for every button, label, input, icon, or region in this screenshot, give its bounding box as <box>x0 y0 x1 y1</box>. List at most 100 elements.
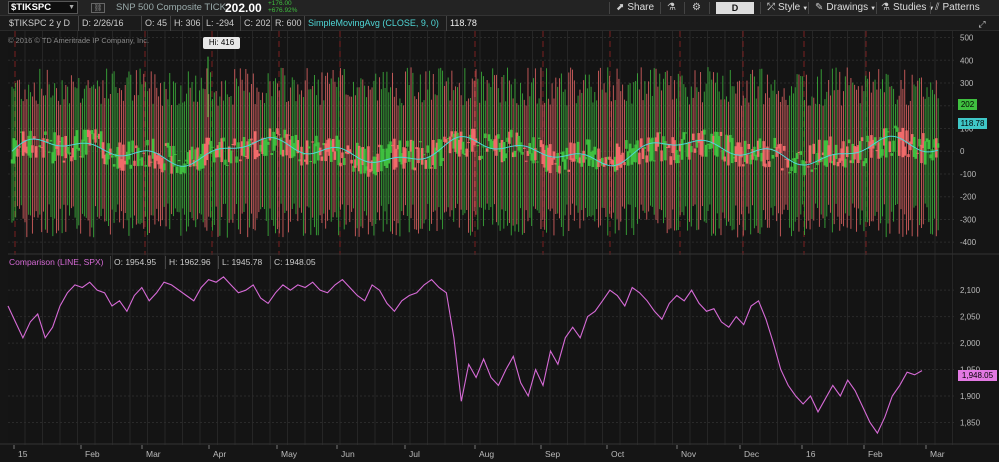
candle-body <box>524 160 528 162</box>
period-selector[interactable]: D <box>716 2 754 14</box>
candle-body <box>497 134 500 139</box>
y-tick-label: 400 <box>960 56 974 65</box>
candle-body <box>233 138 236 146</box>
candle-body <box>300 146 303 166</box>
candle-body <box>485 148 489 152</box>
candle-body <box>337 139 340 166</box>
candle-body <box>305 140 309 165</box>
candle-body <box>439 139 442 167</box>
candle-body <box>311 141 314 143</box>
candle-body <box>537 137 541 139</box>
candle-body <box>168 145 171 157</box>
style-button[interactable]: ⤱ Style ▼ <box>767 0 808 16</box>
comparison-label[interactable]: Comparison (LINE, SPX) <box>9 256 103 269</box>
flask-button[interactable]: ⚗ <box>667 0 679 16</box>
candle-body <box>660 150 663 162</box>
candle-body <box>112 164 116 167</box>
candle-body <box>890 153 893 156</box>
candle-body <box>229 150 233 164</box>
candle-body <box>896 127 899 132</box>
bar-range: R: 600 <box>271 16 302 31</box>
candle-body <box>190 146 194 160</box>
drawings-button[interactable]: ✎ Drawings ▼ <box>815 0 876 16</box>
candle-body <box>174 154 177 156</box>
candle-body <box>799 151 802 155</box>
candle-body <box>844 158 847 168</box>
candle-body <box>502 142 506 162</box>
chart-header: $TIKSPC 2 y D D: 2/26/16 O: 45 H: 306 L:… <box>0 16 999 31</box>
candle-body <box>864 158 867 164</box>
candle-body <box>47 151 51 153</box>
bar-high: H: 306 <box>170 16 201 31</box>
candle-body <box>133 160 136 166</box>
comparison-chart-pane[interactable]: 2,1002,0502,0001,9501,9001,850 <box>0 255 999 445</box>
candle-body <box>513 150 517 157</box>
x-tick-label: 16 <box>806 449 816 459</box>
candle-body <box>140 157 144 166</box>
candle-body <box>428 156 431 169</box>
settings-button[interactable]: ⚙ <box>692 0 704 16</box>
y-tick-label: 300 <box>960 79 974 88</box>
candle-body <box>677 154 680 164</box>
candle-body <box>420 148 424 165</box>
candle-body <box>584 156 587 160</box>
link-chain-icon[interactable]: ⛓ <box>91 3 105 13</box>
tick-chart-pane[interactable]: 5004003002001000-100-200-300-400 <box>0 31 999 255</box>
candle-body <box>278 134 281 136</box>
candle-body <box>858 141 862 160</box>
candle-body <box>803 161 806 176</box>
comparison-low: L: 1945.78 <box>218 256 262 269</box>
candle-body <box>406 140 409 147</box>
studies-button[interactable]: ⚗ Studies ▼ <box>881 0 934 16</box>
gear-icon: ⚙ <box>692 2 701 13</box>
last-price: 202.00 <box>225 1 262 15</box>
symbol-text: $TIKSPC <box>11 2 52 13</box>
candle-body <box>645 155 648 163</box>
candle-body <box>643 147 647 149</box>
candle-body <box>907 154 910 158</box>
net-change: +176.00 <box>268 0 292 7</box>
x-tick-label: Nov <box>681 449 697 459</box>
candle-body <box>281 149 285 157</box>
candle-body <box>424 159 428 169</box>
candle-body <box>881 149 884 156</box>
candle-body <box>638 152 641 165</box>
sma-study-label[interactable]: SimpleMovingAvg (CLOSE, 9, 0) <box>304 16 439 31</box>
share-button[interactable]: ⬈ Share <box>616 0 654 16</box>
patterns-button[interactable]: ⫽ Patterns <box>935 0 980 16</box>
candle-body <box>222 137 225 142</box>
zoom-icon[interactable]: ⤢ <box>975 19 989 29</box>
time-axis[interactable]: 15 Feb Mar Apr May Jun Jul Aug Sep Oct Nov Dec 16 Feb… <box>0 445 999 462</box>
candle-body <box>742 164 745 167</box>
candle-body <box>376 153 379 172</box>
candle-body <box>846 146 849 158</box>
candle-body <box>658 132 661 134</box>
candle-body <box>597 148 600 167</box>
chart-name[interactable]: $TIKSPC 2 y D <box>9 16 70 31</box>
candle-body <box>480 155 483 159</box>
candle-body <box>723 156 726 162</box>
candle-body <box>884 128 888 158</box>
candle-body <box>703 129 706 135</box>
candle-body <box>558 165 561 174</box>
candle-body <box>768 161 771 167</box>
symbol-selector[interactable]: $TIKSPC ▼ <box>8 1 78 14</box>
candle-body <box>641 147 645 159</box>
candle-body <box>704 144 708 157</box>
candle-body <box>129 164 132 169</box>
candle-body <box>623 161 626 166</box>
candle-body <box>847 139 851 144</box>
candle-body <box>175 166 179 173</box>
candle-body <box>224 159 227 165</box>
candle-body <box>265 139 268 156</box>
pencil-icon: ✎ <box>815 2 824 13</box>
candle-body <box>781 168 784 171</box>
candle-body <box>422 154 426 156</box>
candle-body <box>740 146 743 158</box>
candle-body <box>419 141 422 143</box>
candle-body <box>250 138 253 141</box>
candle-body <box>745 154 749 164</box>
candle-body <box>927 139 931 150</box>
candle-body <box>482 146 485 148</box>
candle-body <box>177 159 181 162</box>
